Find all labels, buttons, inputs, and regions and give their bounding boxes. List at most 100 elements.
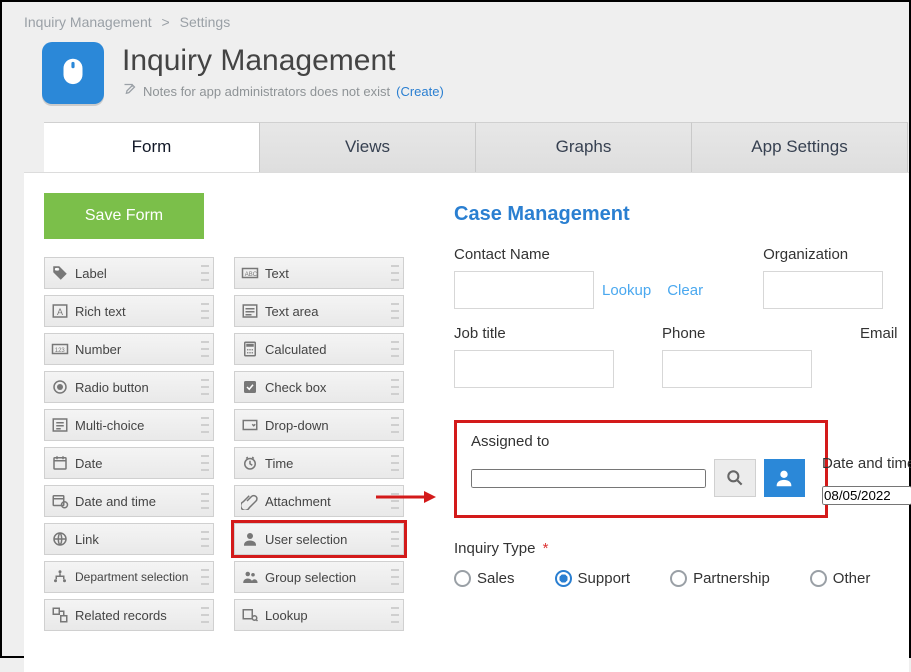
palette-item-label-text: Drop-down [265,418,329,433]
palette-item-time[interactable]: Time [234,447,404,479]
tab-form[interactable]: Form [44,122,260,172]
lookup-icon [241,606,259,624]
org-icon [51,568,69,586]
palette-item-label-text: Radio button [75,380,149,395]
input-assigned-to[interactable] [471,469,706,488]
calculator-icon [241,340,259,358]
user-picker-button[interactable] [764,459,805,497]
search-button[interactable] [714,459,755,497]
label-phone: Phone [662,325,812,342]
save-form-button[interactable]: Save Form [44,193,204,239]
palette-item-label-text: Multi-choice [75,418,144,433]
radio-other[interactable]: Other [810,570,871,587]
palette-item-label-text: Calculated [265,342,326,357]
palette-item-attachment[interactable]: Attachment [234,485,404,517]
palette-item-dropdown[interactable]: Drop-down [234,409,404,441]
page-title: Inquiry Management [122,44,444,78]
required-mark: * [543,540,549,557]
list-check-icon [51,416,69,434]
radio-label: Other [833,570,871,587]
palette-item-user-selection[interactable]: User selection [234,523,404,555]
palette-item-label-text: Link [75,532,99,547]
palette-item-label-text: Group selection [265,570,356,585]
palette-item-related-records[interactable]: Related records [44,599,214,631]
num-icon: 123 [51,340,69,358]
palette-item-richtext[interactable]: A Rich text [44,295,214,327]
letter-a-icon: A [51,302,69,320]
people-icon [241,568,259,586]
assigned-to-block: Assigned to [454,420,828,518]
palette-item-label-text: Date [75,456,102,471]
palette-item-label-text: Lookup [265,608,308,623]
lookup-link[interactable]: Lookup [602,282,651,299]
edit-note-icon [122,82,137,100]
radio-support[interactable]: Support [555,570,631,587]
palette-item-group-selection[interactable]: Group selection [234,561,404,593]
section-title: Case Management [454,203,909,226]
paperclip-icon [241,492,259,510]
app-icon [42,42,104,104]
palette-item-multichoice[interactable]: Multi-choice [44,409,214,441]
label-datetime: Date and time [822,455,911,472]
palette-item-label-text: Number [75,342,121,357]
palette-item-lookup[interactable]: Lookup [234,599,404,631]
label-assigned-to: Assigned to [471,433,549,450]
lines-icon [241,302,259,320]
create-notes-link[interactable]: (Create) [396,84,444,99]
label-organization: Organization [763,246,883,263]
palette-item-label-text: Rich text [75,304,126,319]
svg-text:123: 123 [55,348,66,354]
person-icon [241,530,259,548]
palette-item-label[interactable]: Label [44,257,214,289]
palette-item-number[interactable]: 123 Number [44,333,214,365]
calendar-icon [51,454,69,472]
input-job-title[interactable] [454,350,614,388]
palette-item-label-text: User selection [265,532,347,547]
palette-item-label-text: Text [265,266,289,281]
tabs: Form Views Graphs App Settings [44,122,909,172]
globe-icon [51,530,69,548]
abc-icon: ABC [241,264,259,282]
palette-item-text[interactable]: ABC Text [234,257,404,289]
tag-icon [51,264,69,282]
palette-item-textarea[interactable]: Text area [234,295,404,327]
checkbox-icon [241,378,259,396]
input-datetime[interactable] [822,486,911,505]
palette-item-label-text: Time [265,456,293,471]
palette-item-datetime[interactable]: Date and time [44,485,214,517]
breadcrumb-item-1[interactable]: Inquiry Management [24,14,152,30]
radio-label: Support [578,570,631,587]
field-palette: Label ABC Text A Rich text Text area [44,257,424,631]
tab-graphs[interactable]: Graphs [476,122,692,172]
clock-icon [241,454,259,472]
palette-item-radio[interactable]: Radio button [44,371,214,403]
label-inquiry-type: Inquiry Type * [454,540,548,557]
palette-item-label-text: Text area [265,304,318,319]
input-organization[interactable] [763,271,883,309]
palette-item-label-text: Check box [265,380,326,395]
tab-app-settings[interactable]: App Settings [692,122,908,172]
palette-item-label-text: Label [75,266,107,281]
palette-item-link[interactable]: Link [44,523,214,555]
svg-text:ABC: ABC [245,272,258,278]
radio-label: Partnership [693,570,770,587]
input-contact-name[interactable] [454,271,594,309]
palette-item-calculated[interactable]: Calculated [234,333,404,365]
clear-link[interactable]: Clear [667,282,703,299]
breadcrumb-item-2[interactable]: Settings [180,14,231,30]
dropdown-icon [241,416,259,434]
radio-icon [51,378,69,396]
palette-item-label-text: Date and time [75,494,156,509]
label-job-title: Job title [454,325,614,342]
palette-item-date[interactable]: Date [44,447,214,479]
label-email: Email [860,325,898,342]
input-phone[interactable] [662,350,812,388]
breadcrumb: Inquiry Management > Settings [2,2,909,36]
radio-partnership[interactable]: Partnership [670,570,770,587]
calendar-clock-icon [51,492,69,510]
tab-views[interactable]: Views [260,122,476,172]
radio-sales[interactable]: Sales [454,570,515,587]
palette-item-checkbox[interactable]: Check box [234,371,404,403]
related-icon [51,606,69,624]
palette-item-department[interactable]: Department selection [44,561,214,593]
